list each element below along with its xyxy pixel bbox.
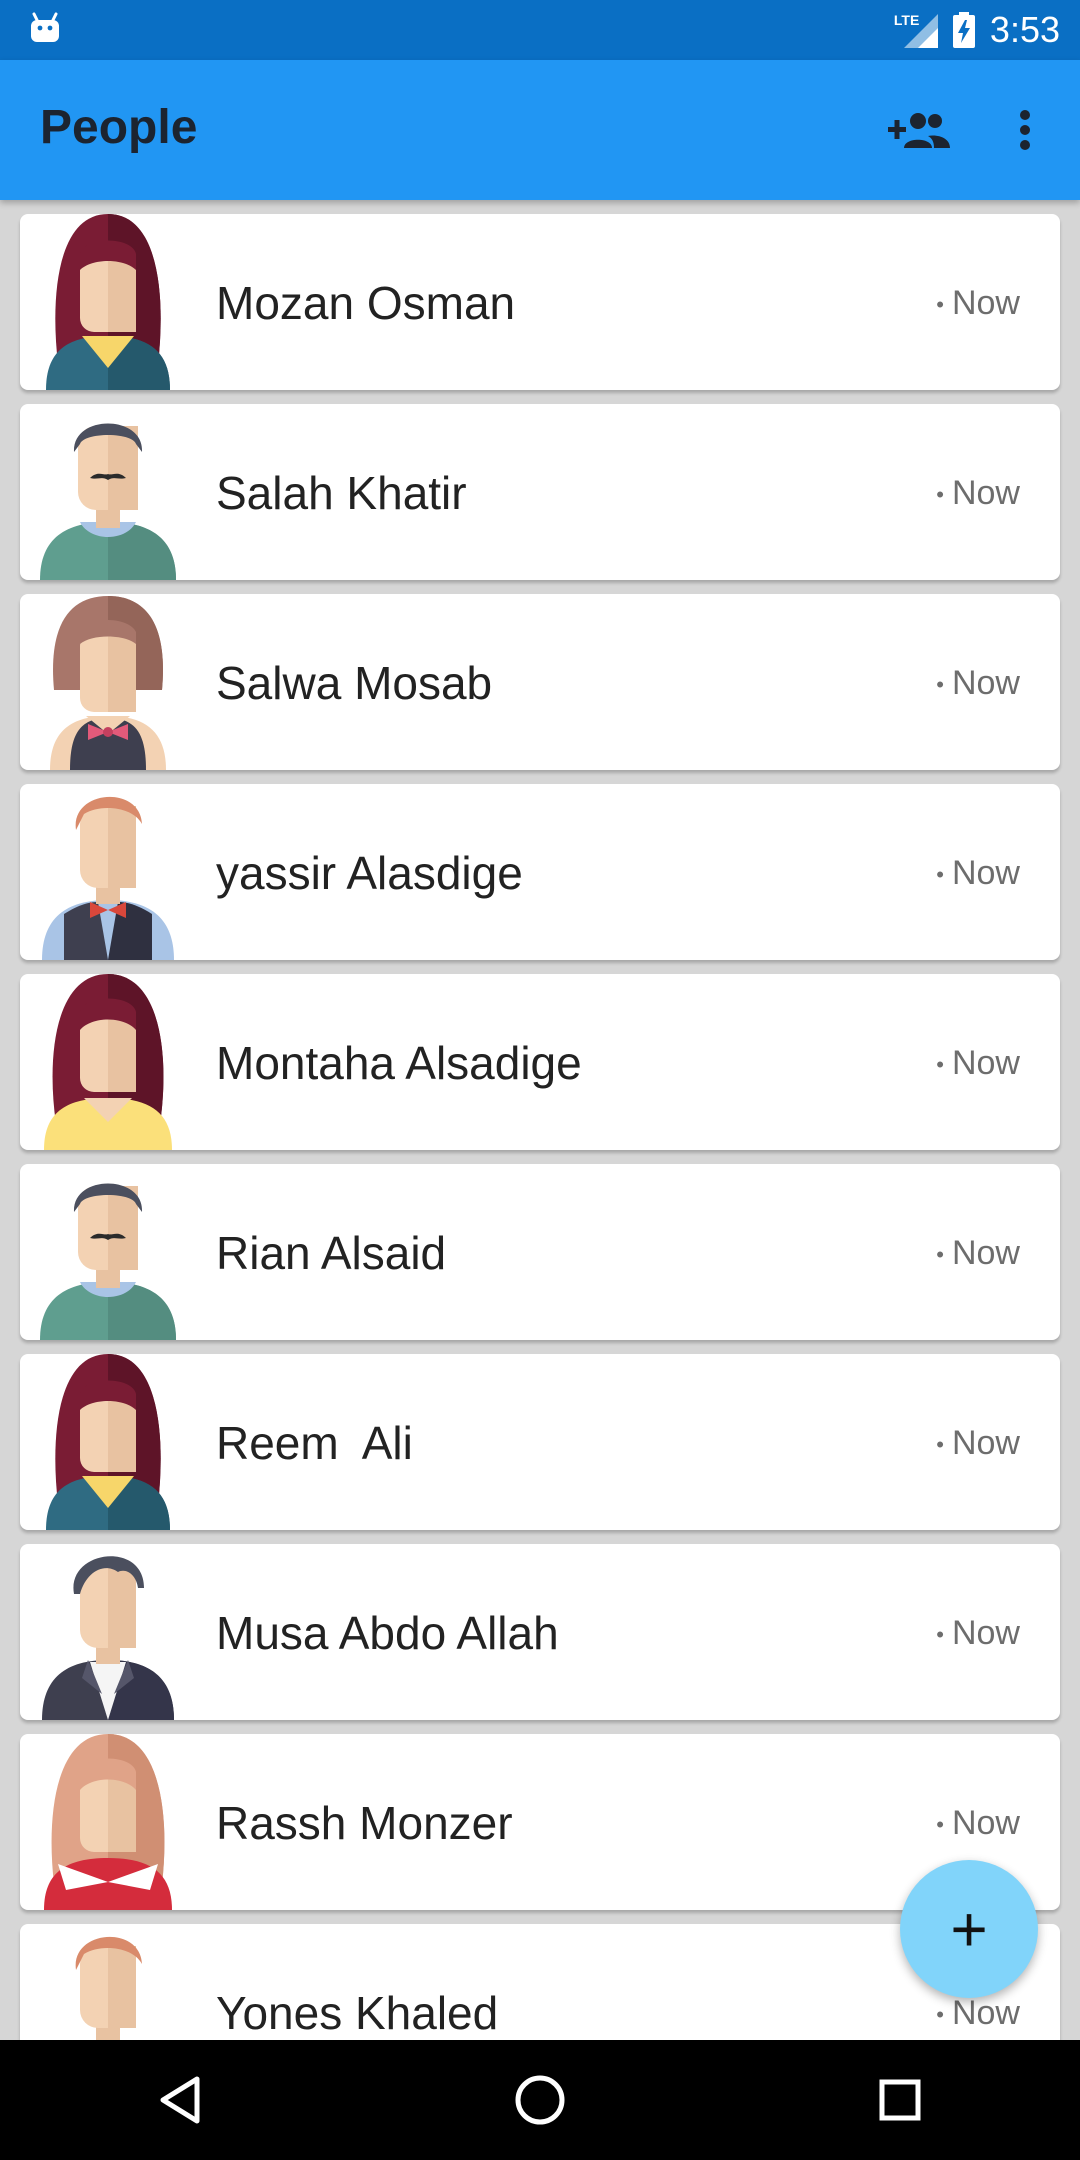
last-seen-time: • Now: [936, 854, 1020, 893]
avatar-icon: [40, 423, 176, 580]
people-list[interactable]: Mozan Osman • Now Salah Khatir • Now Sal…: [0, 200, 1080, 2040]
person-name: Salah Khatir: [216, 467, 467, 519]
avatar-icon: [50, 596, 166, 770]
avatar-icon: [44, 974, 172, 1150]
last-seen-time: • Now: [936, 1424, 1020, 1463]
android-debug-icon: [31, 12, 59, 42]
plus-icon: +: [950, 1893, 988, 1965]
bullet: •: [936, 1432, 944, 1458]
bullet: •: [936, 1052, 944, 1078]
nav-back-button[interactable]: [120, 2050, 240, 2150]
bullet: •: [936, 482, 944, 508]
bullet: •: [936, 292, 944, 318]
person-card[interactable]: Montaha Alsadige • Now: [20, 974, 1060, 1150]
add-fab-button[interactable]: +: [900, 1860, 1038, 1998]
avatar-icon: [46, 1354, 170, 1530]
person-name: Reem Ali: [216, 1417, 413, 1469]
app-bar: People: [0, 60, 1080, 200]
nav-home-button[interactable]: [480, 2050, 600, 2150]
person-card[interactable]: Musa Abdo Allah • Now: [20, 1544, 1060, 1720]
bullet: •: [936, 1812, 944, 1838]
time-label: Now: [951, 1424, 1020, 1462]
person-name: Rian Alsaid: [216, 1227, 447, 1279]
avatar-icon: [42, 1556, 174, 1720]
nav-recents-button[interactable]: [840, 2050, 960, 2150]
avatar-icon: [42, 796, 174, 960]
person-name: Salwa Mosab: [216, 657, 493, 709]
last-seen-time: • Now: [936, 1804, 1020, 1843]
home-circle-icon: [515, 2075, 565, 2125]
person-name: yassir Alasdige: [216, 847, 523, 899]
person-name: Montaha Alsadige: [216, 1037, 582, 1089]
time-label: Now: [951, 284, 1020, 322]
time-label: Now: [951, 1234, 1020, 1272]
time-label: Now: [951, 1614, 1020, 1652]
page-title: People: [40, 101, 198, 154]
person-name: Yones Khaled: [216, 1987, 499, 2039]
person-card[interactable]: Rian Alsaid • Now: [20, 1164, 1060, 1340]
person-name: Rassh Monzer: [216, 1797, 513, 1849]
time-label: Now: [951, 664, 1020, 702]
bullet: •: [936, 2002, 944, 2028]
add-people-button[interactable]: [880, 102, 960, 158]
avatar-icon: [75, 1936, 142, 2040]
battery-charging-icon: [952, 12, 975, 48]
time-label: Now: [951, 854, 1020, 892]
last-seen-time: • Now: [936, 1614, 1020, 1653]
avatar-icon: [44, 1734, 172, 1910]
more-vert-icon: [1020, 110, 1030, 150]
person-name: Musa Abdo Allah: [216, 1607, 559, 1659]
screen: LTE 3:53 People Mozan Osman • Now Salah …: [0, 0, 1080, 2160]
more-options-button[interactable]: [1000, 100, 1050, 160]
last-seen-time: • Now: [936, 1044, 1020, 1083]
time-label: Now: [951, 474, 1020, 512]
last-seen-time: • Now: [936, 1994, 1020, 2033]
status-icons: LTE 3:53: [894, 0, 1060, 60]
time-label: Now: [951, 1044, 1020, 1082]
last-seen-time: • Now: [936, 284, 1020, 323]
person-name: Mozan Osman: [216, 277, 516, 329]
back-triangle-icon: [160, 2076, 200, 2124]
status-time: 3:53: [989, 9, 1060, 50]
avatar-icon: [40, 1183, 176, 1340]
last-seen-time: • Now: [936, 474, 1020, 513]
time-label: Now: [951, 1994, 1020, 2032]
person-card[interactable]: Reem Ali • Now: [20, 1354, 1060, 1530]
avatar-icon: [46, 214, 170, 390]
person-card[interactable]: Salwa Mosab • Now: [20, 594, 1060, 770]
person-card[interactable]: yassir Alasdige • Now: [20, 784, 1060, 960]
status-bar: LTE 3:53: [0, 0, 1080, 60]
bullet: •: [936, 672, 944, 698]
last-seen-time: • Now: [936, 1234, 1020, 1273]
recents-square-icon: [879, 2079, 921, 2121]
bullet: •: [936, 862, 944, 888]
last-seen-time: • Now: [936, 664, 1020, 703]
person-card[interactable]: Salah Khatir • Now: [20, 404, 1060, 580]
add-people-icon: [888, 113, 950, 148]
bullet: •: [936, 1622, 944, 1648]
person-card[interactable]: Mozan Osman • Now: [20, 214, 1060, 390]
signal-icon: LTE: [894, 10, 938, 50]
navigation-bar: [0, 2040, 1080, 2160]
person-card[interactable]: Rassh Monzer • Now: [20, 1734, 1060, 1910]
bullet: •: [936, 1242, 944, 1268]
time-label: Now: [951, 1804, 1020, 1842]
